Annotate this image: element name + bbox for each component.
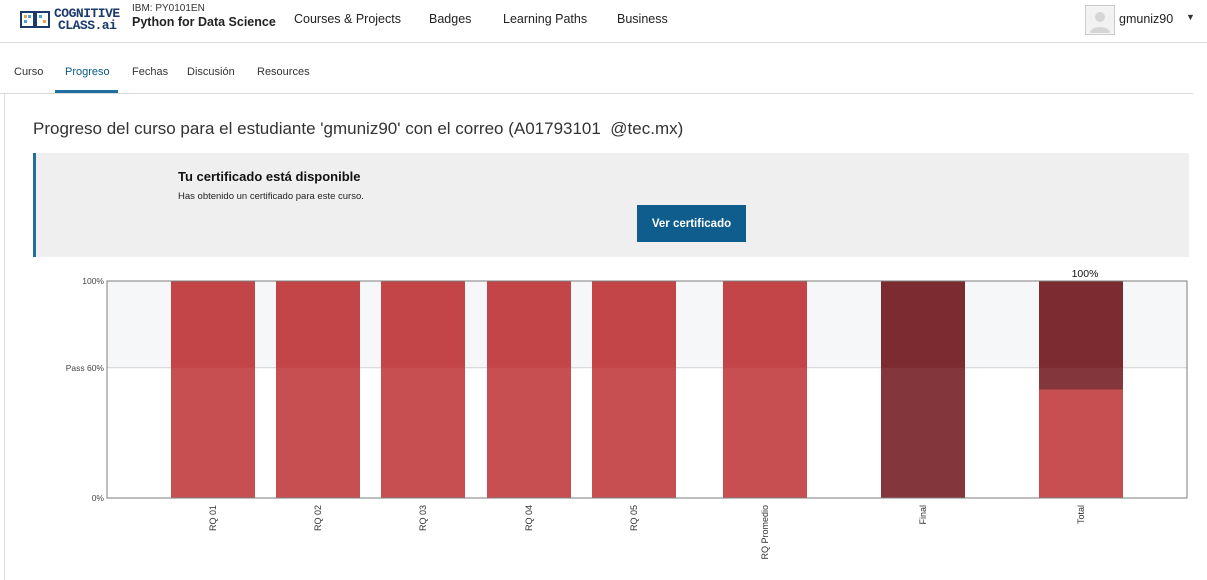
tab-resources[interactable]: Resources xyxy=(257,66,310,78)
certificate-title: Tu certificado está disponible xyxy=(178,169,361,184)
x-tick-label-rq-03: RQ 03 xyxy=(418,505,428,531)
x-tick-label-final: Final xyxy=(918,505,928,525)
x-tick-label-rq-promedio: RQ Promedio xyxy=(760,505,770,560)
x-tick-label-total: Total xyxy=(1076,505,1086,524)
nav-business[interactable]: Business xyxy=(617,12,668,26)
tab-curso[interactable]: Curso xyxy=(14,66,43,78)
course-tabs: Curso Progreso Fechas Discusión Resource… xyxy=(0,43,1193,94)
cognitive-class-logo[interactable]: COGNITIVE CLASS.ai xyxy=(20,6,120,33)
user-menu-name[interactable]: gmuniz90 xyxy=(1119,12,1173,26)
avatar[interactable] xyxy=(1085,5,1115,35)
course-code: IBM: PY0101EN xyxy=(132,3,205,14)
certificate-banner: Tu certificado está disponible Has obten… xyxy=(33,153,1189,257)
x-tick-label-rq-02: RQ 02 xyxy=(313,505,323,531)
progress-chart: RQ 01 RQ 02 RQ 03 RQ 04 RQ 05 RQ Promedio Fina… xyxy=(66,268,1188,560)
logo-book-icon xyxy=(20,11,50,28)
y-tick-label-0: 0% xyxy=(92,493,105,503)
y-tick-label-100: 100% xyxy=(82,276,104,286)
course-name[interactable]: Python for Data Science xyxy=(132,15,276,29)
tab-progreso[interactable]: Progreso xyxy=(65,66,110,78)
active-tab-indicator xyxy=(55,90,118,93)
logo-text-line2: CLASS.ai xyxy=(58,18,117,33)
top-header: COGNITIVE CLASS.ai IBM: PY0101EN Python … xyxy=(0,0,1207,43)
x-tick-label-rq-01: RQ 01 xyxy=(208,505,218,531)
tab-discusion[interactable]: Discusión xyxy=(187,66,235,78)
certificate-subtitle: Has obtenido un certificado para este cu… xyxy=(178,191,364,202)
tab-fechas[interactable]: Fechas xyxy=(132,66,168,78)
page-title: Progreso del curso para el estudiante 'g… xyxy=(33,119,684,138)
below-pass-overlay xyxy=(107,367,1187,498)
user-silhouette-icon xyxy=(1090,12,1110,33)
x-tick-label-rq-04: RQ 04 xyxy=(524,505,534,531)
nav-badges[interactable]: Badges xyxy=(429,12,471,26)
total-annotation-label: 100% xyxy=(1072,268,1099,280)
view-certificate-button[interactable]: Ver certificado xyxy=(637,205,746,242)
chevron-down-icon[interactable]: ▼ xyxy=(1186,12,1195,22)
nav-courses-projects[interactable]: Courses & Projects xyxy=(294,12,401,26)
nav-learning-paths[interactable]: Learning Paths xyxy=(503,12,587,26)
x-tick-label-rq-05: RQ 05 xyxy=(629,505,639,531)
y-tick-label-60: Pass 60% xyxy=(66,363,105,373)
